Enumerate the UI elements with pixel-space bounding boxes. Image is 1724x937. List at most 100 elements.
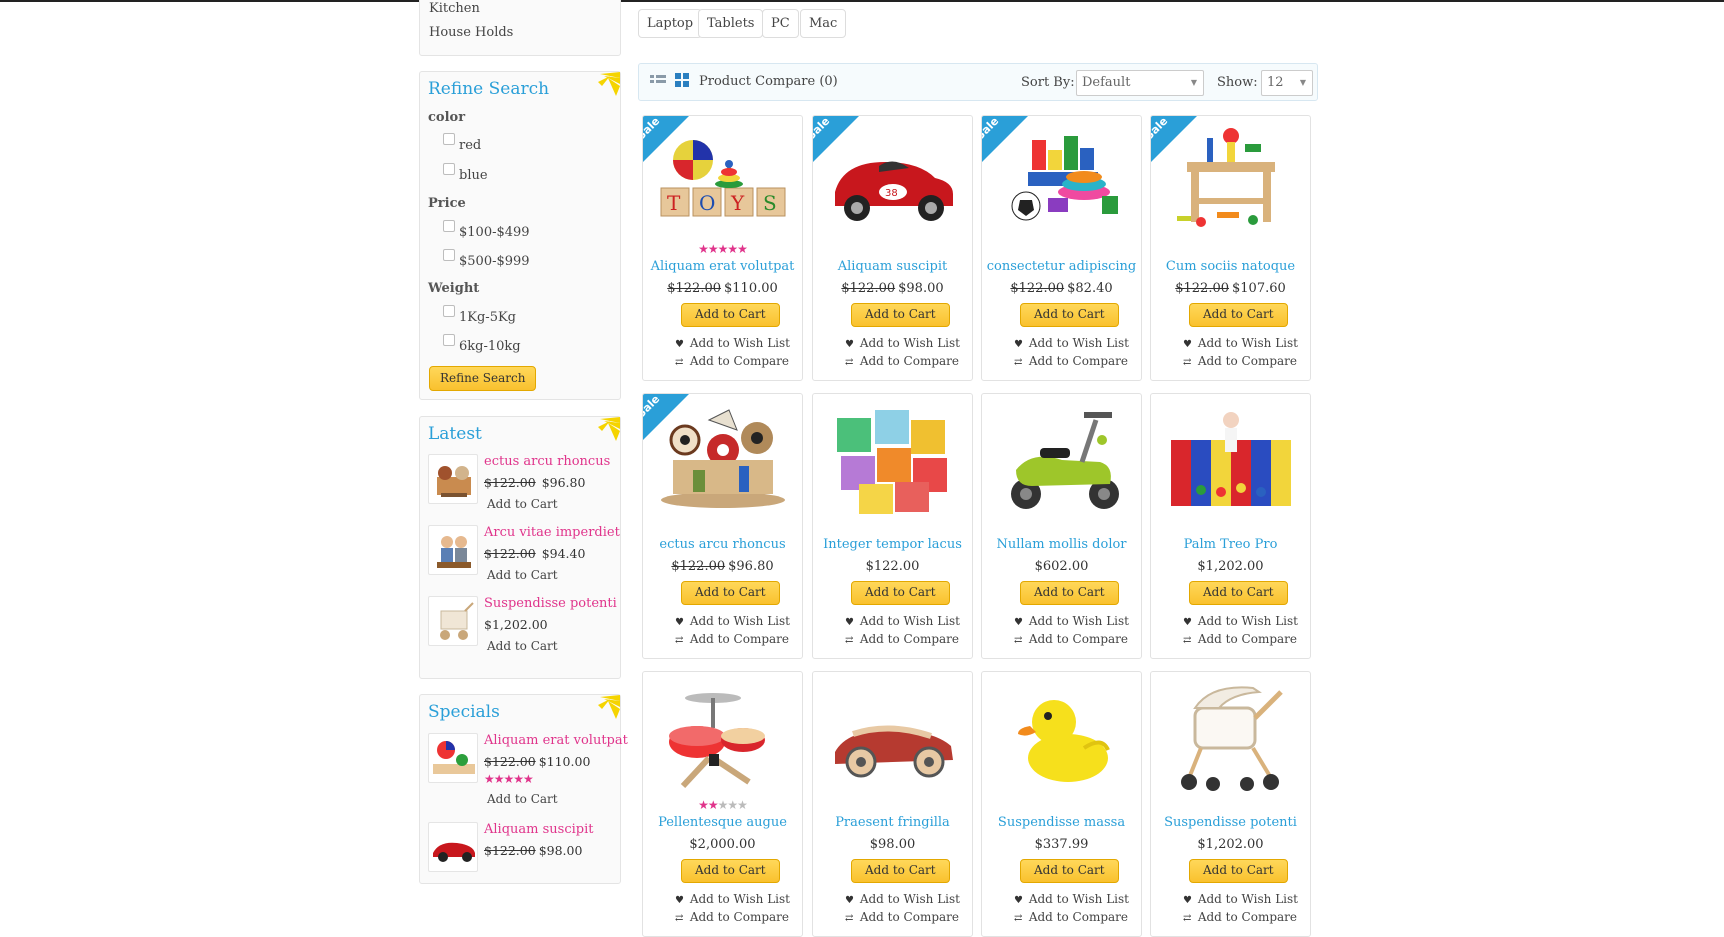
add-to-compare-link[interactable]: ⇄ Add to Compare bbox=[1183, 910, 1297, 924]
add-to-wish-list-link[interactable]: ♥ Add to Wish List bbox=[845, 336, 960, 350]
add-to-cart-link[interactable]: Add to Cart bbox=[487, 792, 558, 806]
add-to-wish-list-link[interactable]: ♥ Add to Wish List bbox=[1014, 614, 1129, 628]
compare-icon: ⇄ bbox=[845, 913, 854, 924]
product-name-link[interactable]: Aliquam erat volutpat bbox=[643, 259, 802, 274]
add-to-wish-list-link[interactable]: ♥ Add to Wish List bbox=[1183, 892, 1298, 906]
product-name-link[interactable]: Integer tempor lacus bbox=[813, 537, 972, 552]
add-to-compare-link[interactable]: ⇄ Add to Compare bbox=[675, 354, 789, 368]
product-name-link[interactable]: Suspendisse potenti bbox=[484, 596, 617, 611]
checkbox[interactable] bbox=[443, 249, 455, 261]
add-to-cart-button[interactable]: Add to Cart bbox=[681, 581, 780, 605]
product-image[interactable] bbox=[1161, 678, 1301, 796]
list-view-icon[interactable] bbox=[648, 71, 668, 89]
product-image[interactable] bbox=[1161, 400, 1301, 518]
filter-tag-laptop[interactable]: Laptop bbox=[638, 9, 703, 38]
add-to-wish-list-link[interactable]: ♥ Add to Wish List bbox=[1014, 336, 1129, 350]
sort-by-label: Sort By: bbox=[1021, 75, 1075, 90]
product-thumbnail[interactable] bbox=[428, 822, 478, 872]
add-to-cart-link[interactable]: Add to Cart bbox=[487, 639, 558, 653]
filter-tag-pc[interactable]: PC bbox=[762, 9, 799, 38]
add-to-wish-list-link[interactable]: ♥ Add to Wish List bbox=[675, 336, 790, 350]
sort-by-select[interactable]: Default ▼ bbox=[1076, 70, 1204, 96]
add-to-cart-link[interactable]: Add to Cart bbox=[487, 568, 558, 582]
add-to-compare-link[interactable]: ⇄ Add to Compare bbox=[845, 354, 959, 368]
add-to-compare-link[interactable]: ⇄ Add to Compare bbox=[675, 632, 789, 646]
product-name-link[interactable]: ectus arcu rhoncus bbox=[484, 454, 610, 469]
product-name-link[interactable]: Praesent fringilla bbox=[813, 815, 972, 830]
product-price: $122.00 $96.80 bbox=[671, 559, 774, 574]
product-name-link[interactable]: ectus arcu rhoncus bbox=[643, 537, 802, 552]
product-card-suspendisse-potenti: Suspendisse potenti $1,202.00 Add to Cart ♥… bbox=[1150, 671, 1311, 937]
product-name-link[interactable]: consectetur adipiscing bbox=[982, 259, 1141, 274]
add-to-compare-link[interactable]: ⇄ Add to Compare bbox=[1183, 354, 1297, 368]
filter-tag-tablets[interactable]: Tablets bbox=[698, 9, 764, 38]
product-name-link[interactable]: Palm Treo Pro bbox=[1151, 537, 1310, 552]
add-to-wish-list-link[interactable]: ♥ Add to Wish List bbox=[675, 892, 790, 906]
add-to-cart-button[interactable]: Add to Cart bbox=[851, 859, 950, 883]
add-to-compare-link[interactable]: ⇄ Add to Compare bbox=[845, 632, 959, 646]
product-price: $1,202.00 bbox=[1197, 837, 1264, 852]
filter-tag-mac[interactable]: Mac bbox=[800, 9, 847, 38]
checkbox[interactable] bbox=[443, 334, 455, 346]
product-name-link[interactable]: Nullam mollis dolor bbox=[982, 537, 1141, 552]
product-name-link[interactable]: Aliquam suscipit bbox=[813, 259, 972, 274]
product-compare-link[interactable]: Product Compare (0) bbox=[699, 74, 838, 89]
add-to-compare-link[interactable]: ⇄ Add to Compare bbox=[1014, 910, 1128, 924]
product-image[interactable] bbox=[653, 678, 793, 796]
product-name-link[interactable]: Aliquam suscipit bbox=[484, 822, 593, 837]
product-name-link[interactable]: Aliquam erat volutpat bbox=[484, 733, 628, 748]
filter-group-color: color bbox=[428, 110, 466, 125]
add-to-wish-list-link[interactable]: ♥ Add to Wish List bbox=[675, 614, 790, 628]
product-price: $122.00 $110.00 bbox=[667, 281, 778, 296]
add-to-wish-list-link[interactable]: ♥ Add to Wish List bbox=[1183, 614, 1298, 628]
checkbox[interactable] bbox=[443, 220, 455, 232]
add-to-compare-link[interactable]: ⇄ Add to Compare bbox=[845, 910, 959, 924]
product-name-link[interactable]: Cum sociis natoque bbox=[1151, 259, 1310, 274]
add-to-compare-link[interactable]: ⇄ Add to Compare bbox=[1183, 632, 1297, 646]
product-toolbar: Product Compare (0) Sort By: Default ▼ Sh… bbox=[638, 63, 1318, 101]
add-to-wish-list-link[interactable]: ♥ Add to Wish List bbox=[845, 892, 960, 906]
product-thumbnail[interactable] bbox=[428, 525, 478, 575]
product-thumbnail[interactable] bbox=[428, 596, 478, 646]
add-to-compare-link[interactable]: ⇄ Add to Compare bbox=[675, 910, 789, 924]
add-to-cart-button[interactable]: Add to Cart bbox=[1020, 581, 1119, 605]
checkbox[interactable] bbox=[443, 133, 455, 145]
add-to-compare-link[interactable]: ⇄ Add to Compare bbox=[1014, 632, 1128, 646]
add-to-cart-button[interactable]: Add to Cart bbox=[1189, 859, 1288, 883]
add-to-cart-button[interactable]: Add to Cart bbox=[1189, 581, 1288, 605]
product-name-link[interactable]: Suspendisse massa bbox=[982, 815, 1141, 830]
compare-icon: ⇄ bbox=[1183, 913, 1192, 924]
category-link-house-holds[interactable]: House Holds bbox=[429, 25, 513, 40]
grid-view-icon[interactable] bbox=[672, 71, 692, 89]
add-to-cart-button[interactable]: Add to Cart bbox=[1189, 303, 1288, 327]
product-price: $602.00 bbox=[1034, 559, 1089, 574]
add-to-cart-link[interactable]: Add to Cart bbox=[487, 497, 558, 511]
add-to-cart-button[interactable]: Add to Cart bbox=[681, 303, 780, 327]
add-to-compare-link[interactable]: ⇄ Add to Compare bbox=[1014, 354, 1128, 368]
checkbox[interactable] bbox=[443, 305, 455, 317]
heart-icon: ♥ bbox=[1183, 895, 1192, 906]
rating-stars: ★★★★★ bbox=[698, 242, 748, 256]
product-name-link[interactable]: Pellentesque augue bbox=[643, 815, 802, 830]
add-to-wish-list-link[interactable]: ♥ Add to Wish List bbox=[1183, 336, 1298, 350]
add-to-wish-list-link[interactable]: ♥ Add to Wish List bbox=[1014, 892, 1129, 906]
product-image[interactable] bbox=[823, 678, 963, 796]
product-image[interactable] bbox=[992, 400, 1132, 518]
add-to-cart-button[interactable]: Add to Cart bbox=[1020, 859, 1119, 883]
product-name-link[interactable]: Arcu vitae imperdiet bbox=[484, 525, 620, 540]
heart-icon: ♥ bbox=[1183, 617, 1192, 628]
product-image[interactable] bbox=[823, 400, 963, 518]
add-to-wish-list-link[interactable]: ♥ Add to Wish List bbox=[845, 614, 960, 628]
add-to-cart-button[interactable]: Add to Cart bbox=[851, 581, 950, 605]
add-to-cart-button[interactable]: Add to Cart bbox=[851, 303, 950, 327]
product-thumbnail[interactable] bbox=[428, 454, 478, 504]
product-name-link[interactable]: Suspendisse potenti bbox=[1151, 815, 1310, 830]
checkbox[interactable] bbox=[443, 163, 455, 175]
refine-search-button[interactable]: Refine Search bbox=[429, 366, 537, 391]
product-thumbnail[interactable] bbox=[428, 733, 478, 783]
product-image[interactable] bbox=[992, 678, 1132, 796]
category-link-kitchen[interactable]: Kitchen bbox=[429, 1, 480, 16]
add-to-cart-button[interactable]: Add to Cart bbox=[681, 859, 780, 883]
show-count-select[interactable]: 12 ▼ bbox=[1261, 70, 1313, 96]
add-to-cart-button[interactable]: Add to Cart bbox=[1020, 303, 1119, 327]
